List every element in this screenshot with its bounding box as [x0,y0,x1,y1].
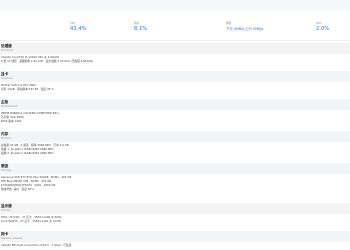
section-body: Intel(R) Ethernet Connection I219-V · 1 … [0,242,350,247]
info-line: 6 核 12 线程 · 基础频率 2.90 GHz · 最大睿频 4.30 GH… [1,59,94,63]
section-title: 网卡 [1,232,9,236]
metric-value: 43.4% [70,26,87,32]
info-line: Intel(R) Ethernet Connection I219-V · 1 … [1,243,72,247]
section-header: 显示器 Display [0,203,350,214]
section-graphics: 显卡 Graphics NVIDIA GeForce RTX 3060 显存 1… [0,71,350,91]
section-subtitle: Storage [1,169,12,172]
section-header: 硬盘 Storage [0,163,350,174]
section-header: 内存 Memory [0,131,350,142]
section-title: 显卡 [1,72,9,76]
section-header: 处理器 Processor [0,43,350,54]
section-title: 内存 [1,132,9,136]
section-body: PRIME B460M-A (ASUSTeK COMPUTER INC.) 芯片… [0,110,350,123]
section-header: 网卡 Network adapter [0,231,350,242]
metric-label: CPU [70,22,76,25]
section-body: NVIDIA GeForce RTX 3060 显存 12GB · 驱动版本 5… [0,82,350,91]
metric-value: 2.0% [316,26,330,32]
section-body: DELL U2720Q · 27 英寸 · 3840×2160 @ 60Hz L… [0,214,350,223]
info-line: LG 27GL850 · 27 英寸 · 2560×1440 @ 144Hz [1,219,62,223]
section-memory: 内存 Memory 总容量 32 GB · 2 通道 · 频率 2666 MHz… [0,131,350,155]
section-network-adapter: 网卡 Network adapter Intel(R) Ethernet Con… [0,231,350,247]
section-processor: 处理器 Processor Intel(R) Core(TM) i5-10400… [0,43,350,63]
section-subtitle: Graphics [1,77,13,80]
metric-value: 下行 0MB/s 上行 0MB/s [226,27,264,31]
metric-label: 内存 [134,22,140,25]
metric-label: GPU [316,22,322,25]
info-line: 插槽 2: Kingston 16GB DDR4 2666 MHz [1,151,54,155]
info-line: 显存 12GB · 驱动版本 537.58 · 温度 45°C [1,87,54,91]
section-title: 主板 [1,100,9,104]
section-storage: 硬盘 Storage Samsung SSD 970 EVO Plus 500G… [0,163,350,191]
section-subtitle: Network adapter [1,237,23,240]
section-subtitle: Motherboard [1,105,18,108]
section-header: 显卡 Graphics [0,71,350,82]
section-display: 显示器 Display DELL U2720Q · 27 英寸 · 3840×2… [0,203,350,223]
metric-value: 8.1% [134,26,148,32]
section-title: 处理器 [1,44,12,48]
section-motherboard: 主板 Motherboard PRIME B460M-A (ASUSTeK CO… [0,99,350,123]
section-body: Intel(R) Core(TM) i5-10400 CPU @ 2.90GHz… [0,54,350,63]
info-line: 健康状态: 良好 · 温度 38°C [1,187,35,191]
section-body: Samsung SSD 970 EVO Plus 500GB · NVMe · … [0,174,350,191]
section-header: 主板 Motherboard [0,99,350,110]
section-subtitle: Memory [1,137,12,140]
section-subtitle: Processor [1,49,14,52]
top-bar [0,0,350,10]
divider [0,40,350,41]
section-title: 硬盘 [1,164,9,168]
section-body: 总容量 32 GB · 2 通道 · 频率 2666 MHz · 已用 2.6 … [0,142,350,155]
metric-label: 网络 [226,22,232,25]
section-title: 显示器 [1,204,12,208]
info-line: BIOS 版本 1401 [1,119,22,123]
section-subtitle: Display [1,209,11,212]
